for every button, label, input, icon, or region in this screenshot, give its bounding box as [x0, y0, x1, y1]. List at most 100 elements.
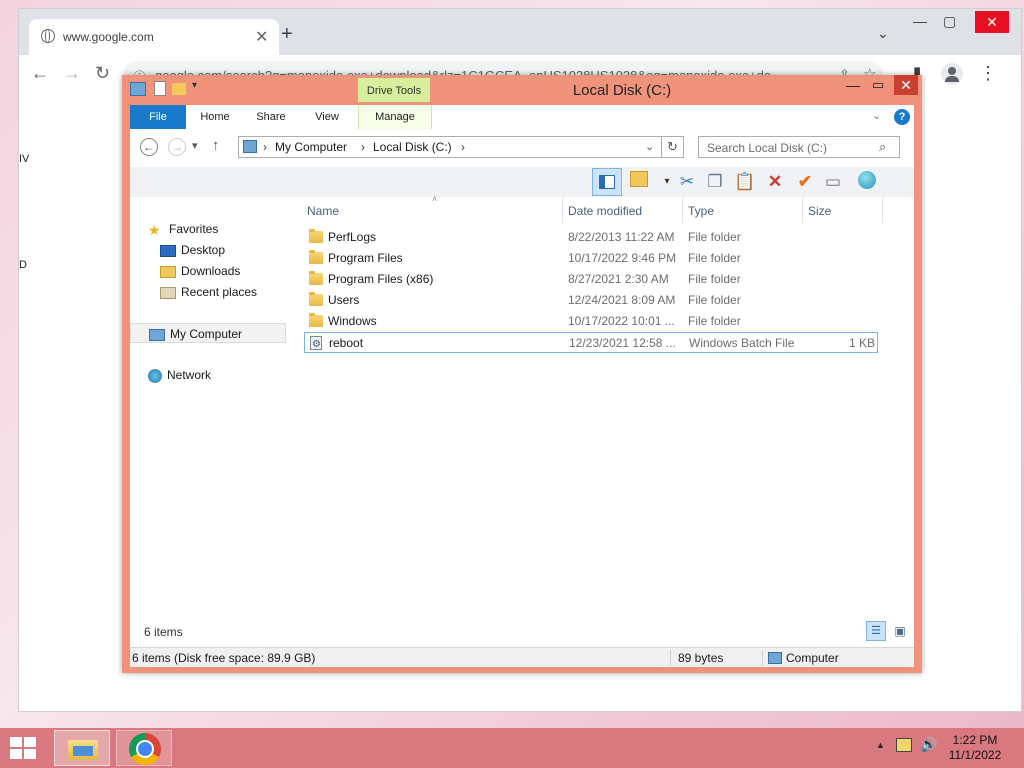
- reload-icon[interactable]: ↻: [95, 63, 110, 84]
- back-arrow-icon[interactable]: ←: [31, 63, 49, 84]
- tab-home[interactable]: Home: [190, 105, 240, 129]
- nav-downloads[interactable]: Downloads: [160, 261, 240, 281]
- forward-button[interactable]: →: [168, 138, 186, 156]
- address-dropdown-chevron-icon[interactable]: ⌄: [645, 140, 654, 153]
- new-item-chevron-icon[interactable]: ▾: [656, 171, 678, 193]
- browser-minimize-button[interactable]: —: [913, 13, 927, 29]
- forward-arrow-icon[interactable]: →: [63, 63, 81, 84]
- properties-icon[interactable]: ▭: [822, 171, 844, 193]
- file-date: 10/17/2022 10:01 ...: [568, 314, 675, 328]
- ribbon-tabs: File Home Share View Manage ⌄ ?: [130, 105, 914, 130]
- breadcrumb-separator[interactable]: ›: [263, 140, 267, 154]
- details-view-icon[interactable]: ☰: [866, 621, 886, 641]
- tab-share[interactable]: Share: [246, 105, 296, 129]
- taskbar-file-explorer-icon[interactable]: [54, 730, 110, 766]
- nav-desktop[interactable]: Desktop: [160, 240, 225, 260]
- file-date: 10/17/2022 9:46 PM: [568, 251, 677, 265]
- browser-tab[interactable]: www.google.com ✕: [29, 19, 279, 55]
- explorer-title-bar[interactable]: ▾ Drive Tools Local Disk (C:) — ▭ ✕: [122, 75, 922, 104]
- file-row-reboot[interactable]: reboot 12/23/2021 12:58 ... Windows Batc…: [304, 332, 878, 355]
- file-explorer-window: ▾ Drive Tools Local Disk (C:) — ▭ ✕ File…: [122, 75, 922, 673]
- preview-pane-icon[interactable]: [592, 168, 622, 196]
- column-date-modified[interactable]: Date modified: [568, 204, 642, 218]
- computer-icon: [768, 652, 782, 664]
- search-input[interactable]: Search Local Disk (C:) ⌕: [698, 136, 900, 158]
- expand-ribbon-chevron-icon[interactable]: ⌄: [872, 109, 881, 122]
- refresh-button[interactable]: ↻: [662, 136, 684, 158]
- breadcrumb-separator[interactable]: ›: [461, 140, 465, 154]
- page-text-fragment: IV: [19, 153, 30, 165]
- column-name[interactable]: Name: [307, 204, 339, 218]
- clock[interactable]: 1:22 PM 11/1/2022: [930, 733, 1020, 763]
- chrome-icon: [129, 733, 161, 765]
- navigation-pane: ★ Favorites Desktop Downloads Recent plac…: [130, 197, 300, 637]
- back-button[interactable]: ←: [140, 138, 158, 156]
- file-row-program-files[interactable]: Program Files 10/17/2022 9:46 PM File fo…: [304, 248, 878, 269]
- address-box[interactable]: › My Computer › Local Disk (C:) › ⌄: [238, 136, 662, 158]
- computer-icon: [149, 328, 165, 341]
- paste-icon[interactable]: 📋: [734, 171, 756, 193]
- taskbar-chrome-button[interactable]: [116, 730, 172, 766]
- file-type: File folder: [688, 251, 741, 265]
- cut-icon[interactable]: ✂: [676, 171, 698, 193]
- browser-menu-icon[interactable]: ⋮: [979, 63, 997, 84]
- help-icon[interactable]: ?: [894, 109, 910, 125]
- breadcrumb-local-disk[interactable]: Local Disk (C:): [373, 140, 452, 154]
- search-icon[interactable]: ⌕: [879, 139, 886, 155]
- file-name: Program Files: [328, 251, 403, 265]
- explorer-minimize-button[interactable]: —: [846, 77, 860, 93]
- file-row-perflogs[interactable]: PerfLogs 8/22/2013 11:22 AM File folder: [304, 227, 878, 248]
- nav-favorites[interactable]: ★ Favorites: [148, 219, 218, 239]
- status-summary: 6 items (Disk free space: 89.9 GB): [132, 651, 316, 665]
- column-type[interactable]: Type: [688, 204, 714, 218]
- show-hidden-icons-chevron-icon[interactable]: ▲: [876, 740, 885, 750]
- column-separator[interactable]: [802, 197, 803, 223]
- file-row-windows[interactable]: Windows 10/17/2022 10:01 ... File folder: [304, 311, 878, 332]
- file-row-program-files-x86[interactable]: Program Files (x86) 8/27/2021 2:30 AM Fi…: [304, 269, 878, 290]
- breadcrumb-my-computer[interactable]: My Computer: [275, 140, 347, 154]
- action-center-flag-icon[interactable]: [896, 738, 912, 752]
- copy-icon[interactable]: ❐: [704, 171, 726, 193]
- explorer-maximize-button[interactable]: ▭: [872, 77, 884, 93]
- up-arrow-icon[interactable]: ↑: [212, 137, 220, 154]
- file-type: File folder: [688, 272, 741, 286]
- file-name: Users: [328, 293, 360, 307]
- close-tab-icon[interactable]: ✕: [255, 27, 268, 47]
- file-size: 1 KB: [848, 336, 875, 350]
- delete-icon[interactable]: ✕: [764, 171, 786, 193]
- file-name: reboot: [329, 336, 364, 350]
- tab-file[interactable]: File: [130, 105, 186, 129]
- file-type: Windows Batch File: [689, 336, 795, 350]
- nav-recent-places[interactable]: Recent places: [160, 282, 257, 302]
- large-icons-view-icon[interactable]: ▣: [890, 621, 910, 641]
- items-count: 6 items: [144, 625, 183, 639]
- browser-close-button[interactable]: ✕: [975, 11, 1009, 33]
- file-date: 12/23/2021 12:58 ...: [569, 336, 676, 350]
- nav-network[interactable]: Network: [148, 365, 211, 385]
- column-size[interactable]: Size: [808, 204, 831, 218]
- folder-icon: [309, 313, 323, 327]
- network-globe-icon[interactable]: [856, 171, 878, 193]
- rename-check-icon[interactable]: ✔: [794, 171, 816, 193]
- tab-manage[interactable]: Manage: [360, 105, 430, 129]
- tab-search-chevron-icon[interactable]: ⌄: [877, 25, 889, 42]
- downloads-icon: [160, 265, 176, 278]
- file-row-users[interactable]: Users 12/24/2021 8:09 AM File folder: [304, 290, 878, 311]
- nav-network-label: Network: [167, 368, 212, 382]
- start-button[interactable]: [8, 736, 36, 760]
- new-folder-icon[interactable]: [628, 171, 650, 193]
- breadcrumb-separator[interactable]: ›: [361, 140, 365, 154]
- new-tab-button[interactable]: +: [281, 23, 293, 46]
- star-icon: ★: [148, 221, 161, 238]
- recent-locations-chevron-icon[interactable]: ▾: [192, 139, 198, 152]
- taskbar: ▲ 🔊 1:22 PM 11/1/2022: [0, 728, 1024, 768]
- column-separator[interactable]: [562, 197, 563, 223]
- tab-view[interactable]: View: [302, 105, 352, 129]
- column-separator[interactable]: [882, 197, 883, 223]
- explorer-close-button[interactable]: ✕: [894, 75, 918, 95]
- browser-maximize-button[interactable]: ▢: [943, 13, 956, 30]
- column-separator[interactable]: [682, 197, 683, 223]
- file-type: File folder: [688, 314, 741, 328]
- nav-my-computer[interactable]: My Computer: [130, 323, 286, 343]
- nav-recent-places-label: Recent places: [181, 285, 258, 299]
